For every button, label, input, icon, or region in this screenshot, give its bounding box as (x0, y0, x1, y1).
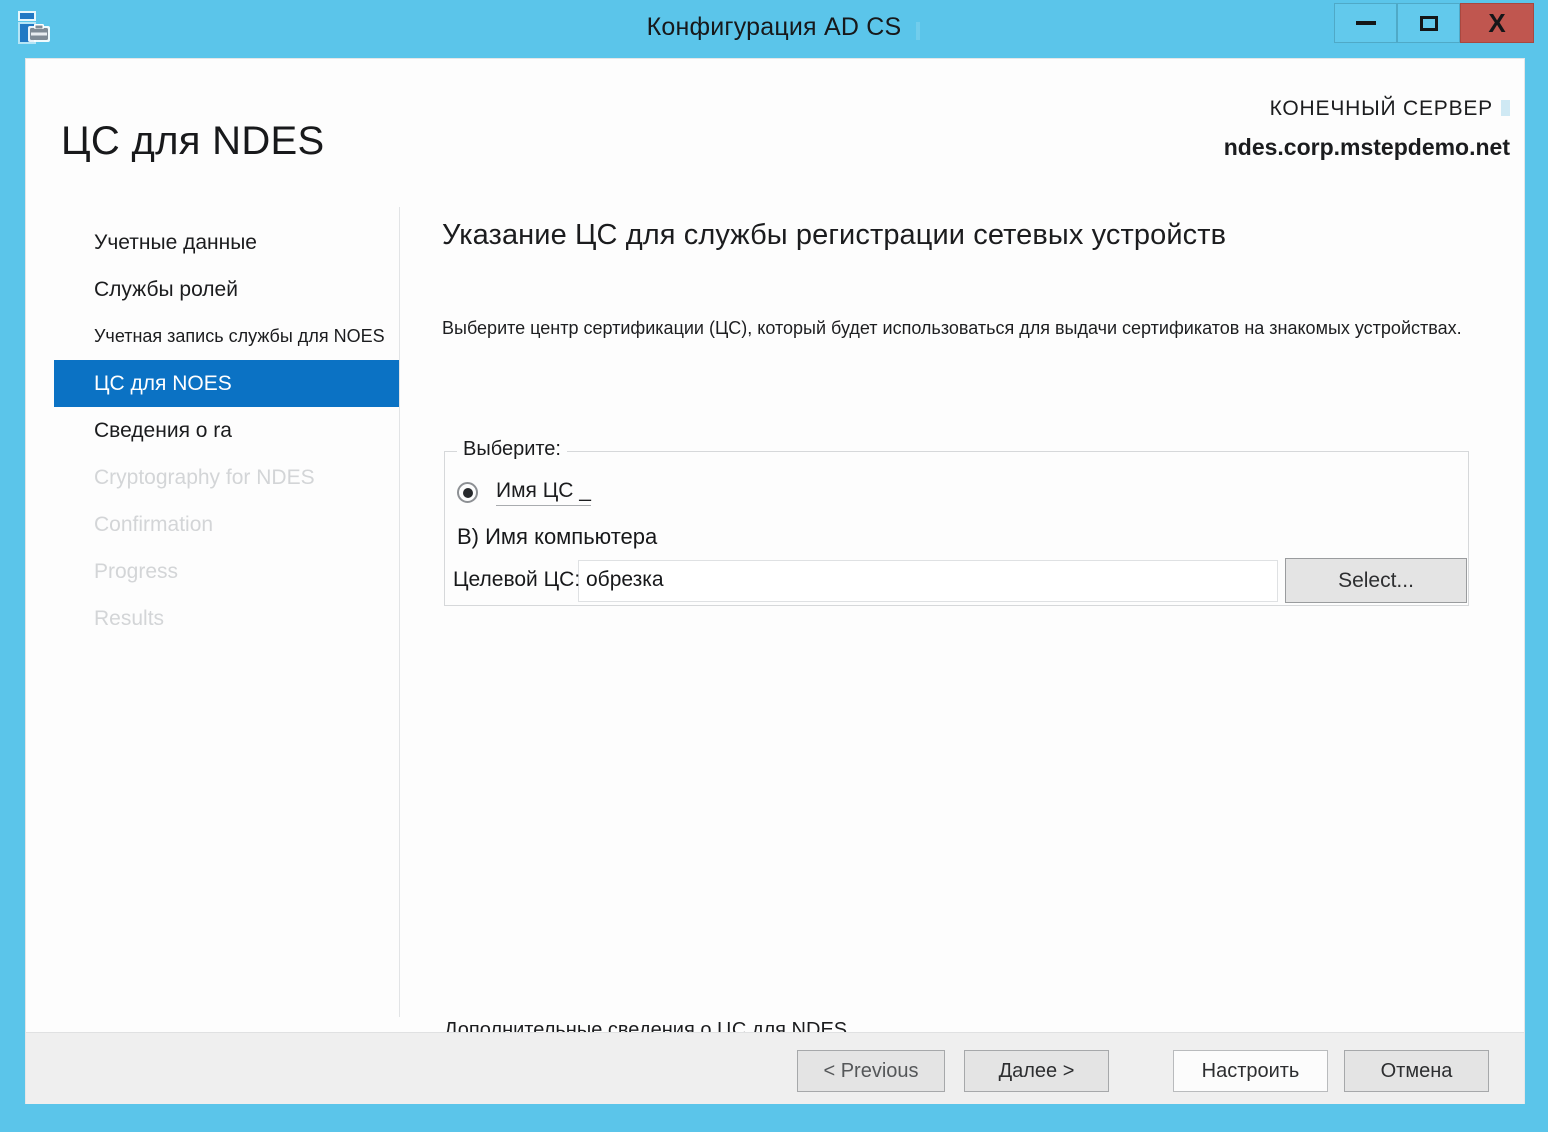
title-bar: Конфигурация AD CS X (0, 0, 1548, 58)
main-heading: Указание ЦС для службы регистрации сетев… (442, 219, 1227, 251)
target-ca-label: Целевой ЦС: обрезка (453, 568, 664, 591)
sidebar-item-confirmation: Confirmation (54, 501, 399, 548)
sidebar-item-label: Службы ролей (94, 278, 238, 301)
sidebar-item-label: ЦС для NOES (94, 372, 232, 395)
computer-name-option-label: B) Имя компьютера (457, 524, 658, 549)
page-title: ЦС для NDES (61, 119, 325, 163)
sidebar-item-ca-for-noes[interactable]: ЦС для NOES (54, 360, 399, 407)
sidebar-item-progress: Progress (54, 548, 399, 595)
select-button[interactable]: Select... (1285, 558, 1467, 603)
sidebar-item-label: Учетная запись службы для NOES (94, 326, 385, 346)
wizard-main-pane: Указание ЦС для службы регистрации сетев… (416, 219, 1501, 1041)
sidebar-item-label: Confirmation (94, 513, 214, 536)
close-icon: X (1488, 8, 1506, 38)
ca-field-row: Целевой ЦС: обрезка Select... (445, 558, 1470, 603)
main-description: Выберите центр сертификации (ЦС), которы… (442, 318, 1462, 338)
sidebar-item-label: Progress (94, 560, 179, 583)
maximize-icon (1419, 15, 1438, 31)
maximize-button[interactable] (1397, 3, 1460, 43)
sidebar-item-label: Results (94, 607, 165, 630)
sidebar-item-credentials[interactable]: Учетные данные (54, 219, 399, 266)
minimize-button[interactable] (1334, 3, 1397, 43)
cancel-button[interactable]: Отмена (1344, 1050, 1489, 1092)
destination-server-label-text: КОНЕЧНЫЙ СЕРВЕР (1269, 97, 1493, 120)
sidebar-divider (399, 207, 400, 1017)
sidebar-item-ra-information[interactable]: Сведения о ra (54, 407, 399, 454)
radio-selected-dot (462, 487, 473, 498)
destination-server-block: КОНЕЧНЫЙ СЕРВЕР ndes.corp.mstepdemo.net (1224, 97, 1510, 161)
close-button[interactable]: X (1460, 3, 1534, 43)
title-caret-artifact (916, 22, 920, 40)
wizard-step-nav: Учетные данные Службы ролей Учетная запи… (54, 219, 399, 642)
window-title: Конфигурация AD CS (646, 13, 902, 41)
ad-cs-configuration-window: Конфигурация AD CS X ЦС для NDES КОНЕЧНЫ… (0, 0, 1548, 1132)
previous-button[interactable]: < Previous (797, 1050, 945, 1092)
destination-server-name: ndes.corp.mstepdemo.net (1223, 134, 1510, 160)
sidebar-item-label: Учетные данные (94, 231, 257, 254)
sidebar-item-results: Results (54, 595, 399, 642)
ca-name-radio-label: Имя ЦС _ (496, 479, 591, 506)
configure-button[interactable]: Настроить (1173, 1050, 1328, 1092)
sidebar-item-role-services[interactable]: Службы ролей (54, 266, 399, 313)
destination-server-label: КОНЕЧНЫЙ СЕРВЕР (1224, 97, 1510, 121)
next-button[interactable]: Далее > (964, 1050, 1109, 1092)
ca-name-radio[interactable] (457, 482, 478, 503)
sidebar-item-label: Cryptography for NDES (94, 466, 315, 489)
sidebar-item-label: Сведения о ra (94, 419, 232, 442)
ca-name-radio-row[interactable]: Имя ЦС _ (457, 479, 591, 506)
sidebar-item-service-account-noes[interactable]: Учетная запись службы для NOES (54, 313, 399, 360)
groupbox-legend: Выберите: (457, 438, 567, 461)
minimize-icon (1355, 21, 1376, 25)
server-caret-artifact (1501, 100, 1510, 116)
ca-selection-groupbox: Выберите: Имя ЦС _ B) Имя компьютера Цел… (444, 438, 1470, 606)
ca-name-input[interactable] (578, 560, 1278, 602)
wizard-client-area: ЦС для NDES КОНЕЧНЫЙ СЕРВЕР ndes.corp.ms… (25, 58, 1525, 1104)
sidebar-item-cryptography-for-ndes: Cryptography for NDES (54, 454, 399, 501)
wizard-footer: < Previous Далее > Настроить Отмена (26, 1032, 1524, 1104)
